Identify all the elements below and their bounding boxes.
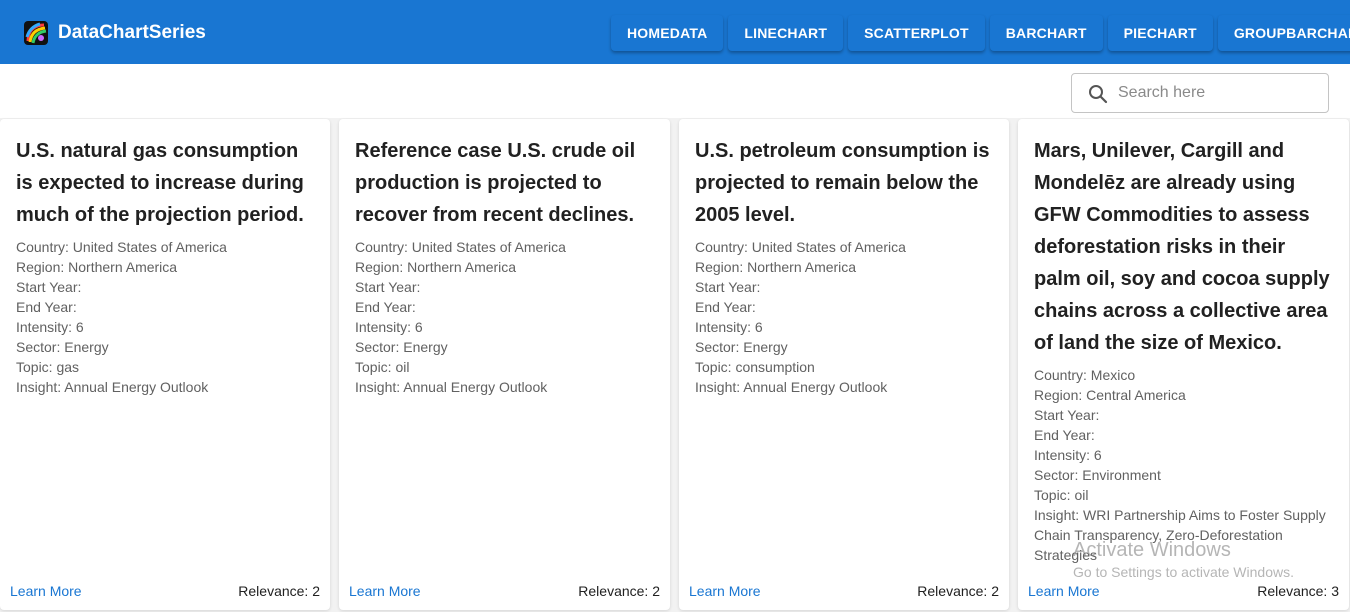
card-title: U.S. petroleum consumption is projected …	[695, 140, 990, 226]
card-start-year: Start Year:	[695, 279, 761, 295]
card-relevance: Relevance: 2	[578, 583, 660, 599]
card-country: Country: United States of America	[16, 239, 227, 255]
card-country: Country: United States of America	[355, 239, 566, 255]
card-topic: Topic: consumption	[695, 359, 815, 375]
nav-linechart-button[interactable]: LINECHART	[728, 15, 844, 51]
card-region: Region: Northern America	[16, 259, 178, 275]
card-fields: Country: United States of America Region…	[355, 237, 660, 397]
search-input[interactable]	[1116, 79, 1320, 107]
activate-windows-watermark: Activate Windows	[1073, 539, 1231, 561]
card-country: Country: United States of America	[695, 239, 906, 255]
learn-more-link[interactable]: Learn More	[689, 583, 761, 599]
learn-more-link[interactable]: Learn More	[10, 583, 82, 599]
nav-groupbarchart-button[interactable]: GROUPBARCHART	[1217, 15, 1350, 51]
card-insight: Insight: Annual Energy Outlook	[16, 379, 209, 395]
card-intensity: Intensity: 6	[1034, 447, 1102, 463]
app-bar: DataChartSeries HOMEDATA LINECHART SCATT…	[0, 0, 1350, 64]
card-end-year: End Year:	[16, 299, 77, 315]
card-insight: Insight: Annual Energy Outlook	[695, 379, 888, 395]
card-relevance: Relevance: 2	[917, 583, 999, 599]
card-relevance: Relevance: 2	[238, 583, 320, 599]
insight-card: U.S. natural gas consumption is expected…	[0, 119, 330, 610]
card-start-year: Start Year:	[355, 279, 421, 295]
card-end-year: End Year:	[1034, 427, 1095, 443]
card-topic: Topic: oil	[1034, 487, 1089, 503]
insight-card: Mars, Unilever, Cargill and Mondelēz are…	[1018, 119, 1349, 610]
card-relevance: Relevance: 3	[1257, 583, 1339, 599]
card-title: Reference case U.S. crude oil production…	[355, 140, 636, 226]
learn-more-link[interactable]: Learn More	[1028, 583, 1100, 599]
card-region: Region: Northern America	[695, 259, 857, 275]
card-intensity: Intensity: 6	[16, 319, 84, 335]
card-insight: Insight: Annual Energy Outlook	[355, 379, 548, 395]
card-sector: Sector: Energy	[16, 339, 109, 355]
card-sector: Sector: Energy	[695, 339, 788, 355]
insight-card: U.S. petroleum consumption is projected …	[679, 119, 1009, 610]
card-sector: Sector: Energy	[355, 339, 448, 355]
search-icon	[1088, 84, 1108, 104]
brand-title[interactable]: DataChartSeries	[58, 22, 206, 44]
nav-menu: HOMEDATA LINECHART SCATTERPLOT BARCHART …	[611, 15, 1350, 51]
card-start-year: Start Year:	[16, 279, 82, 295]
app-logo-icon[interactable]	[24, 21, 48, 45]
card-end-year: End Year:	[695, 299, 756, 315]
card-fields: Country: United States of America Region…	[695, 237, 999, 397]
card-region: Region: Northern America	[355, 259, 517, 275]
nav-barchart-button[interactable]: BARCHART	[989, 15, 1103, 51]
card-intensity: Intensity: 6	[355, 319, 423, 335]
learn-more-link[interactable]: Learn More	[349, 583, 421, 599]
card-fields: Country: United States of America Region…	[16, 237, 320, 397]
card-topic: Topic: oil	[355, 359, 410, 375]
search-box[interactable]	[1071, 73, 1329, 113]
card-fields: Country: Mexico Region: Central America …	[1034, 365, 1339, 565]
nav-homedata-button[interactable]: HOMEDATA	[611, 15, 724, 51]
card-title: Mars, Unilever, Cargill and Mondelēz are…	[1034, 140, 1330, 354]
card-title: U.S. natural gas consumption is expected…	[16, 140, 304, 226]
card-region: Region: Central America	[1034, 387, 1186, 403]
card-country: Country: Mexico	[1034, 367, 1136, 383]
insight-card: Reference case U.S. crude oil production…	[339, 119, 670, 610]
card-topic: Topic: gas	[16, 359, 80, 375]
card-start-year: Start Year:	[1034, 407, 1100, 423]
card-intensity: Intensity: 6	[695, 319, 763, 335]
nav-scatterplot-button[interactable]: SCATTERPLOT	[848, 15, 985, 51]
card-end-year: End Year:	[355, 299, 416, 315]
card-sector: Sector: Environment	[1034, 467, 1161, 483]
nav-piechart-button[interactable]: PIECHART	[1107, 15, 1213, 51]
activate-windows-hint: Go to Settings to activate Windows.	[1073, 564, 1294, 580]
